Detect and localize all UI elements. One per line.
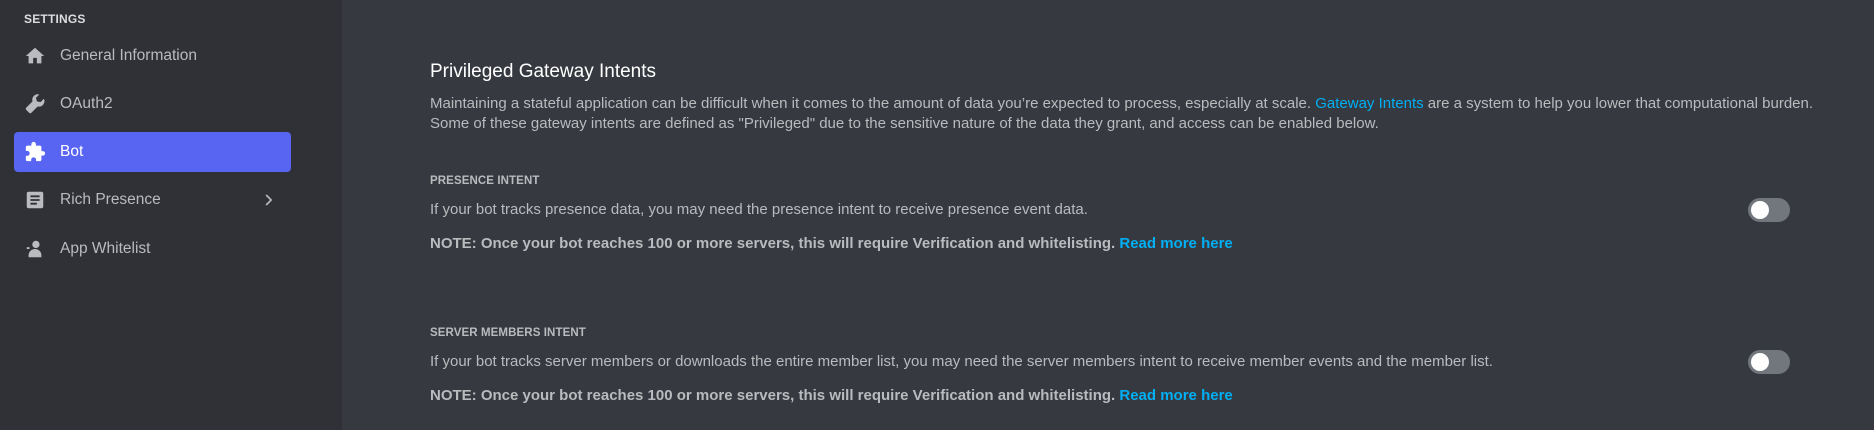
sidebar-item-oauth2[interactable]: OAuth2 [14,84,291,124]
sidebar-item-app-whitelist[interactable]: App Whitelist [14,229,291,269]
note-text: NOTE: Once your bot reaches 100 or more … [430,387,1116,404]
sidebar-heading: SETTINGS [24,12,86,26]
puzzle-icon [24,141,46,163]
read-more-link[interactable]: Read more here [1119,387,1232,404]
description-text: Maintaining a stateful application can b… [430,95,1316,112]
section-description: Maintaining a stateful application can b… [430,94,1830,134]
server-members-intent-note: NOTE: Once your bot reaches 100 or more … [430,387,1233,404]
sidebar-item-label: App Whitelist [60,240,151,257]
server-members-intent-description: If your bot tracks server members or dow… [430,353,1493,370]
presence-intent-note: NOTE: Once your bot reaches 100 or more … [430,235,1233,252]
home-icon [24,45,46,67]
server-members-intent-heading: SERVER MEMBERS INTENT [430,327,586,339]
person-icon [24,238,46,260]
sidebar-item-bot[interactable]: Bot [14,132,291,172]
sidebar-item-label: Bot [60,143,84,160]
sidebar-item-label: OAuth2 [60,95,113,112]
gateway-intents-link[interactable]: Gateway Intents [1315,95,1423,112]
document-icon [24,189,46,211]
toggle-knob [1751,201,1769,219]
presence-intent-description: If your bot tracks presence data, you ma… [430,201,1088,218]
note-text: NOTE: Once your bot reaches 100 or more … [430,235,1116,252]
wrench-icon [24,93,46,115]
sidebar-item-general-information[interactable]: General Information [14,36,291,76]
presence-intent-toggle[interactable] [1748,198,1790,222]
chevron-right-icon[interactable] [259,190,279,210]
read-more-link[interactable]: Read more here [1119,235,1232,252]
presence-intent-heading: PRESENCE INTENT [430,175,540,187]
section-title: Privileged Gateway Intents [430,61,657,82]
sidebar: SETTINGS General Information OAuth2 Bot … [0,0,342,430]
sidebar-item-label: General Information [60,47,197,64]
sidebar-item-rich-presence[interactable]: Rich Presence [14,180,291,220]
server-members-intent-toggle[interactable] [1748,350,1790,374]
toggle-knob [1751,353,1769,371]
sidebar-item-label: Rich Presence [60,191,161,208]
main-content: Privileged Gateway Intents Maintaining a… [342,0,1874,430]
